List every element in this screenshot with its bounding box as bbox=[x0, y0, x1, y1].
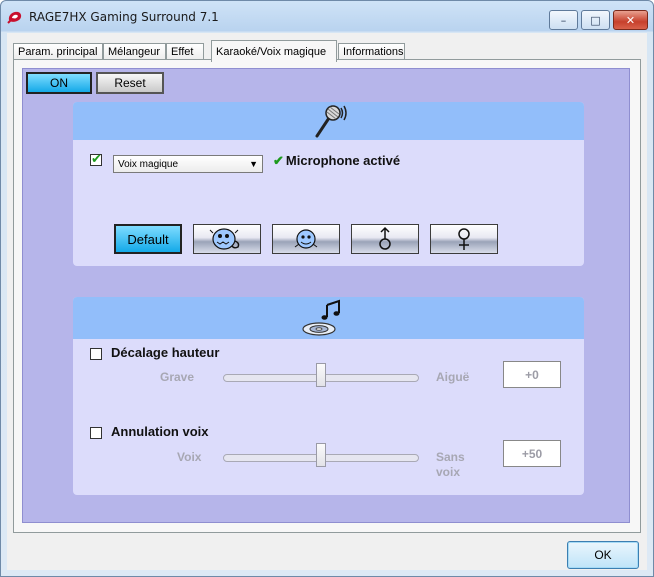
effect-female-button[interactable] bbox=[430, 224, 498, 254]
effect-default-button[interactable]: Default bbox=[114, 224, 182, 254]
main-window: RAGE7HX Gaming Surround 7.1 – □ ✕ Param.… bbox=[0, 0, 654, 577]
tab-param-principal[interactable]: Param. principal bbox=[13, 43, 103, 60]
cartoon-voice-icon bbox=[294, 229, 318, 249]
magic-voice-checkbox[interactable]: ✔ bbox=[90, 152, 102, 167]
magic-voice-header bbox=[73, 102, 584, 140]
karaoke-panel: ON Reset ✔ Voix magique ▼ ✔ Microphone a… bbox=[22, 68, 630, 523]
karaoke-section: Décalage hauteur Grave Aiguë +0 Annulati… bbox=[73, 297, 584, 495]
on-toggle-button[interactable]: ON bbox=[26, 72, 92, 94]
window-title: RAGE7HX Gaming Surround 7.1 bbox=[29, 10, 219, 24]
female-symbol-icon bbox=[458, 228, 470, 250]
chevron-down-icon: ▼ bbox=[249, 159, 258, 169]
maximize-icon: □ bbox=[590, 13, 601, 27]
male-symbol-icon bbox=[379, 226, 391, 250]
voice-cancel-high-label-2: voix bbox=[436, 465, 461, 479]
tab-karaoke-voix-magique[interactable]: Karaoké/Voix magique bbox=[211, 40, 337, 62]
app-logo-icon bbox=[7, 11, 22, 24]
minimize-icon: – bbox=[560, 13, 567, 27]
close-icon: ✕ bbox=[625, 13, 636, 27]
pitch-value-box[interactable]: +0 bbox=[503, 361, 561, 388]
voice-cancel-checkbox[interactable] bbox=[90, 427, 102, 439]
effect-male-button[interactable] bbox=[351, 224, 419, 254]
voice-cancel-label: Annulation voix bbox=[111, 424, 209, 439]
dialog-body: Param. principal Mélangeur Effet Karaoké… bbox=[7, 33, 647, 570]
ok-button[interactable]: OK bbox=[567, 541, 639, 569]
voice-cancel-value-box[interactable]: +50 bbox=[503, 440, 561, 467]
close-button[interactable]: ✕ bbox=[613, 10, 648, 30]
pitch-shift-checkbox[interactable] bbox=[90, 348, 102, 360]
tab-panel: ON Reset ✔ Voix magique ▼ ✔ Microphone a… bbox=[13, 59, 641, 533]
voice-mode-value: Voix magique bbox=[118, 158, 179, 170]
monster-voice-icon bbox=[209, 228, 240, 250]
voice-cancel-low-label: Voix bbox=[177, 450, 202, 464]
minimize-button[interactable]: – bbox=[549, 10, 578, 30]
effect-monster-button[interactable] bbox=[193, 224, 261, 254]
microphone-status-text: Microphone activé bbox=[285, 153, 401, 168]
checkmark-icon: ✔ bbox=[91, 152, 102, 167]
music-disc-icon bbox=[302, 299, 340, 336]
magic-voice-section: ✔ Voix magique ▼ ✔ Microphone activé Defa… bbox=[73, 102, 584, 266]
voice-mode-select[interactable]: Voix magique ▼ bbox=[113, 155, 263, 173]
voice-cancel-high-label-1: Sans bbox=[436, 450, 465, 464]
effect-cartoon-button[interactable] bbox=[272, 224, 340, 254]
microphone-status: ✔ Microphone activé bbox=[273, 153, 400, 169]
pitch-shift-label: Décalage hauteur bbox=[111, 345, 220, 360]
tab-melangeur[interactable]: Mélangeur bbox=[103, 43, 166, 60]
pitch-high-label: Aiguë bbox=[436, 370, 470, 384]
reset-button[interactable]: Reset bbox=[96, 72, 164, 94]
tab-effet[interactable]: Effet bbox=[166, 43, 204, 60]
pitch-low-label: Grave bbox=[160, 370, 195, 384]
maximize-button[interactable]: □ bbox=[581, 10, 610, 30]
check-icon: ✔ bbox=[273, 153, 284, 168]
microphone-icon bbox=[315, 105, 347, 138]
voice-cancel-slider-thumb[interactable] bbox=[316, 443, 326, 467]
karaoke-header bbox=[73, 297, 584, 339]
pitch-slider-thumb[interactable] bbox=[316, 363, 326, 387]
tab-informations[interactable]: Informations bbox=[338, 43, 405, 60]
title-bar[interactable]: RAGE7HX Gaming Surround 7.1 – □ ✕ bbox=[1, 1, 653, 33]
